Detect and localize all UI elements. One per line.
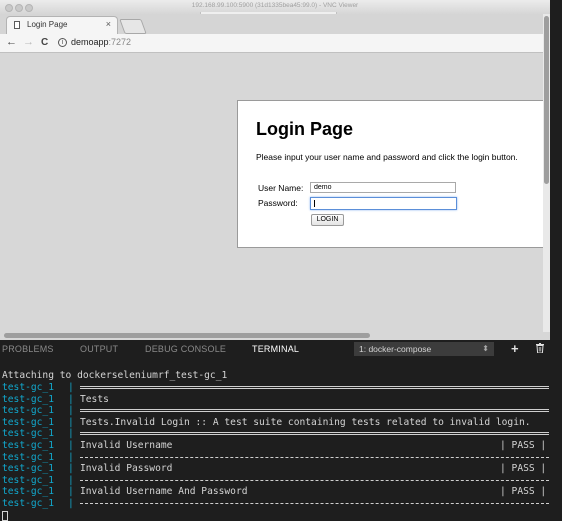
- terminal-line: test-gc_1 |: [0, 382, 562, 394]
- terminal-line: test-gc_1 | Invalid Username And Password |…: [0, 486, 562, 498]
- document-icon: [14, 21, 20, 29]
- chevron-up-down-icon: ⬍: [482, 344, 489, 353]
- vnc-viewer-window: 192.168.99.100:5900 (31d1335bea45:99.0) …: [0, 0, 550, 340]
- terminal-cursor: [2, 510, 8, 521]
- container-prefix: test-gc_1: [2, 498, 54, 509]
- single-rule: [80, 456, 549, 458]
- terminal-output[interactable]: Attaching to dockerseleniumrf_test-gc_1 …: [0, 368, 562, 521]
- page-viewport: Login Page Please input your user name a…: [0, 53, 550, 340]
- terminal-line: test-gc_1 | Tests.Invalid Login :: A test …: [0, 417, 562, 429]
- terminal-line: test-gc_1 | Invalid Username | PASS |: [0, 440, 562, 452]
- browser-toolbar: ← → C i demoapp:7272: [0, 34, 550, 53]
- terminal-line: test-gc_1 |: [0, 475, 562, 487]
- new-tab-button[interactable]: [119, 19, 147, 34]
- double-rule: [80, 409, 549, 413]
- trash-icon[interactable]: [536, 343, 544, 353]
- horizontal-scroll-thumb[interactable]: [4, 333, 370, 338]
- container-prefix: test-gc_1: [2, 486, 54, 498]
- terminal-line: test-gc_1 | Invalid Password | PASS |: [0, 463, 562, 475]
- container-prefix: test-gc_1: [2, 428, 54, 440]
- password-field[interactable]: [310, 197, 457, 210]
- container-prefix: test-gc_1: [2, 416, 54, 428]
- log-separator: |: [68, 451, 74, 463]
- log-separator: |: [68, 382, 74, 393]
- log-separator: |: [68, 416, 74, 428]
- page-title: Login Page: [256, 119, 354, 139]
- tab-debug-console[interactable]: DEBUG CONSOLE: [145, 344, 226, 354]
- tab-close-icon[interactable]: ×: [106, 19, 111, 29]
- terminal-line: test-gc_1 |: [0, 405, 562, 417]
- browser-tab-login-page[interactable]: Login Page ×: [6, 16, 118, 34]
- double-rule: [80, 432, 549, 436]
- username-field[interactable]: [310, 182, 456, 193]
- tab-title: Login Page: [27, 20, 68, 29]
- container-prefix: test-gc_1: [2, 405, 54, 417]
- url-host: demoapp: [71, 37, 109, 47]
- log-separator: |: [68, 486, 74, 498]
- terminal-attach-line: Attaching to dockerseleniumrf_test-gc_1: [2, 370, 228, 381]
- single-rule: [80, 479, 549, 481]
- text-caret: [314, 200, 315, 207]
- log-separator: |: [68, 474, 74, 486]
- terminal-line: test-gc_1 |: [0, 498, 562, 510]
- vertical-scroll-thumb[interactable]: [544, 16, 549, 184]
- terminal-line: test-gc_1 |: [0, 452, 562, 464]
- container-prefix: test-gc_1: [2, 463, 54, 475]
- test-status-badge: | PASS |: [500, 463, 547, 475]
- add-terminal-icon[interactable]: +: [511, 341, 519, 356]
- log-separator: |: [68, 405, 74, 417]
- tab-problems[interactable]: PROBLEMS: [2, 344, 54, 354]
- username-label: User Name:: [258, 183, 304, 193]
- terminal-line: test-gc_1 | Tests: [0, 394, 562, 406]
- terminal-line: test-gc_1 |: [0, 428, 562, 440]
- site-info-icon[interactable]: i: [58, 38, 67, 47]
- vnc-title: 192.168.99.100:5900 (31d1335bea45:99.0) …: [191, 2, 359, 9]
- address-bar[interactable]: demoapp:7272: [71, 37, 131, 47]
- log-separator: |: [68, 428, 74, 440]
- double-rule: [80, 386, 549, 389]
- container-prefix: test-gc_1: [2, 440, 54, 451]
- url-port: :7272: [108, 37, 132, 47]
- single-rule: [80, 503, 549, 504]
- log-separator: |: [68, 463, 74, 475]
- back-arrow-icon[interactable]: ←: [6, 36, 17, 48]
- test-status-badge: | PASS |: [500, 486, 547, 498]
- terminal-select-dropdown[interactable]: 1: docker-compose ⬍: [354, 342, 494, 356]
- login-instructions: Please input your user name and password…: [256, 152, 518, 162]
- log-message: Invalid Password: [80, 463, 173, 475]
- container-prefix: test-gc_1: [2, 451, 54, 463]
- log-separator: |: [68, 498, 74, 509]
- log-separator: |: [68, 393, 74, 405]
- log-separator: |: [68, 440, 74, 451]
- password-label: Password:: [258, 198, 298, 208]
- reload-icon[interactable]: C: [41, 37, 48, 48]
- tab-terminal[interactable]: TERMINAL: [252, 344, 299, 354]
- log-message: Invalid Username: [80, 440, 173, 451]
- terminal-select-value: 1: docker-compose: [359, 344, 432, 354]
- container-prefix: test-gc_1: [2, 393, 54, 405]
- container-prefix: test-gc_1: [2, 382, 54, 393]
- log-message: Tests.Invalid Login :: A test suite cont…: [80, 416, 531, 428]
- login-button[interactable]: LOGIN: [311, 214, 344, 226]
- forward-arrow-icon[interactable]: →: [23, 36, 34, 48]
- test-status-badge: | PASS |: [500, 440, 547, 451]
- container-prefix: test-gc_1: [2, 474, 54, 486]
- tab-output[interactable]: OUTPUT: [80, 344, 118, 354]
- log-message: Tests: [80, 393, 109, 405]
- browser-tab-strip: Login Page ×: [0, 14, 550, 34]
- login-panel: Login Page Please input your user name a…: [237, 100, 550, 248]
- log-message: Invalid Username And Password: [80, 486, 248, 498]
